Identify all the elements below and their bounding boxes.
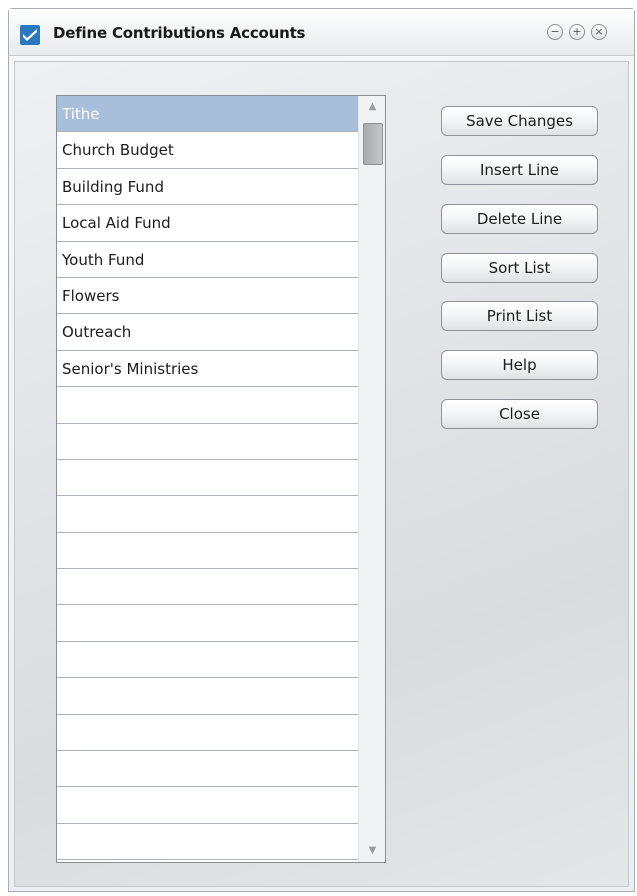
delete-line-button[interactable]: Delete Line <box>441 204 598 234</box>
list-item[interactable]: Senior's Ministries <box>57 351 358 388</box>
save-changes-button[interactable]: Save Changes <box>441 106 598 136</box>
scroll-up-icon[interactable]: ▲ <box>359 98 385 116</box>
list-item[interactable] <box>57 460 358 497</box>
define-contributions-accounts-window: Define Contributions Accounts − + × Tith… <box>8 8 635 892</box>
list-item[interactable] <box>57 715 358 752</box>
list-item[interactable] <box>57 751 358 788</box>
list-item[interactable] <box>57 569 358 606</box>
list-item[interactable]: Church Budget <box>57 132 358 169</box>
close-window-icon[interactable]: × <box>591 24 607 40</box>
list-item[interactable] <box>57 605 358 642</box>
title-bar[interactable]: Define Contributions Accounts − + × <box>9 9 634 56</box>
scroll-thumb[interactable] <box>363 123 383 165</box>
window-title: Define Contributions Accounts <box>53 24 306 42</box>
list-item[interactable] <box>57 678 358 715</box>
maximize-icon[interactable]: + <box>569 24 585 40</box>
list-item[interactable] <box>57 824 358 861</box>
list-item[interactable] <box>57 642 358 679</box>
list-item[interactable] <box>57 424 358 460</box>
list-item[interactable] <box>57 496 358 533</box>
list-item[interactable] <box>57 387 358 424</box>
minimize-icon[interactable]: − <box>547 24 563 40</box>
accounts-list[interactable]: Tithe Church Budget Building Fund Local Aid… <box>56 95 386 863</box>
list-item[interactable]: Youth Fund <box>57 242 358 278</box>
list-item[interactable]: Flowers <box>57 278 358 315</box>
list-item[interactable]: Tithe <box>57 96 358 133</box>
list-item[interactable] <box>57 787 358 824</box>
app-icon <box>20 25 40 45</box>
close-button[interactable]: Close <box>441 399 598 429</box>
scroll-down-icon[interactable]: ▼ <box>359 842 385 860</box>
insert-line-button[interactable]: Insert Line <box>441 155 598 185</box>
print-list-button[interactable]: Print List <box>441 301 598 331</box>
list-scrollbar[interactable]: ▲ ▼ <box>358 96 385 862</box>
list-item[interactable]: Building Fund <box>57 169 358 206</box>
list-item[interactable]: Outreach <box>57 314 358 351</box>
help-button[interactable]: Help <box>441 350 598 380</box>
dialog-body: Tithe Church Budget Building Fund Local Aid… <box>14 61 629 887</box>
sort-list-button[interactable]: Sort List <box>441 253 598 283</box>
accounts-list-rows: Tithe Church Budget Building Fund Local Aid… <box>57 96 358 861</box>
list-item[interactable] <box>57 533 358 570</box>
list-item[interactable]: Local Aid Fund <box>57 205 358 242</box>
